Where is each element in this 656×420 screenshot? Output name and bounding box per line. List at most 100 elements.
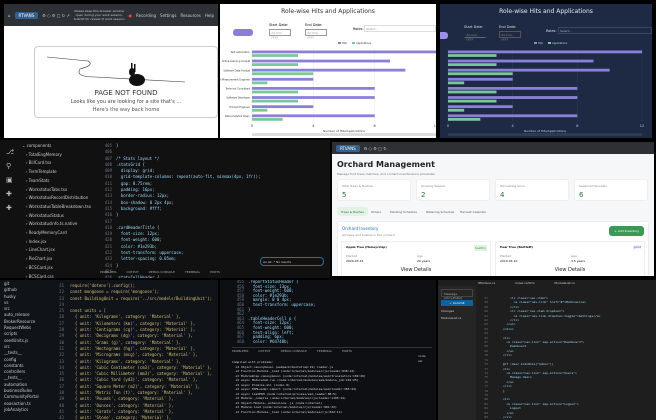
activity-icons[interactable]: ⎇ ⚲ ▣ ✚ ✚ — [0, 140, 20, 215]
bar-hits — [448, 59, 594, 63]
chart-scrollbar[interactable] — [448, 133, 642, 136]
code-editor[interactable]: } /* Stats layout */.statsGrid { display… — [116, 143, 261, 278]
tab-harvest[interactable]: Harvest Calendar — [456, 207, 490, 216]
terminal-output[interactable]: Compiled with problems: at Object.<anony… — [232, 360, 366, 414]
home-icon[interactable]: ⌂ — [8, 13, 11, 18]
bar-hits — [448, 114, 578, 118]
bar-applications — [252, 63, 298, 67]
tab-trees[interactable]: Trees & Bushes — [337, 207, 368, 216]
tree-item: › ReadyMemoryCard — [22, 230, 67, 236]
bar-applications — [252, 81, 268, 85]
line-numbers: 455 456 457 458 459 460 461 462 463 464 465 466 467 4… — [234, 280, 244, 344]
panel-tab[interactable]: TERMINAL — [185, 270, 200, 274]
code-editor[interactable]: .reportStatusHeader { font-size: 13px; f… — [248, 280, 315, 344]
menu-help[interactable]: Help — [205, 13, 214, 18]
page-not-found-screenshot: ⌂ RTVANS ⚙ ○ ⚙ □ ↻ ↗ Please keep this br… — [4, 4, 218, 138]
tree-item: › WorkstatusStatus — [22, 212, 64, 218]
toolbar-badge[interactable]: RTVANS — [14, 11, 39, 19]
line-number: 426 — [104, 275, 112, 278]
tab-planting[interactable]: Planting Schedule — [386, 207, 421, 216]
code-editor[interactable]: require('dotenv').config(); const mongoos… — [70, 283, 212, 420]
terminal-line: at Module._compile (node:internal/module… — [232, 396, 346, 400]
panel-tab[interactable]: TERMINAL — [317, 349, 332, 353]
terminal-list[interactable]: node esr — [418, 354, 426, 364]
legend-swatch — [534, 42, 537, 44]
chart-dark-screenshot: Role-wise Hits and Applications Start Da… — [440, 4, 652, 138]
page-title: PAGE NOT FOUND — [94, 89, 158, 97]
inventory-card: Apple Tree (Honeycrisp) healthy Planted … — [341, 241, 491, 276]
bar-hits — [448, 77, 513, 81]
bar-applications — [448, 81, 465, 85]
tree-item: › WorkstatusRecordDistribution — [22, 195, 89, 201]
panel-tabs: PROBLEMS OUTPUT DEBUG CONSOLE TERMINAL PORTS — [100, 270, 220, 274]
status-badge: healthy — [473, 245, 487, 251]
x-tick-label: 0 — [251, 124, 253, 128]
bar-applications — [252, 54, 298, 57]
tab-watering[interactable]: Watering Schedule — [422, 207, 458, 216]
line-number: 42 — [59, 415, 64, 420]
bar-hits — [448, 50, 642, 54]
file-explorer: git github husky vs src auto_release BrokerRes… — [4, 281, 54, 413]
bar-hits — [252, 77, 314, 81]
stat-card: Seasonal Harvests 6 — [574, 179, 648, 201]
vscode-terminal-screenshot: 455 456 457 458 459 460 461 462 463 464 465 466 467 4… — [220, 280, 436, 420]
changed-file[interactable]: ModuleList.cs — [441, 316, 473, 320]
bar-applications — [448, 72, 513, 76]
terminal-line: at async ModuleJob.run (node:internal/mo… — [232, 378, 359, 382]
menu-resources[interactable]: Resources — [180, 13, 200, 18]
panel-tab[interactable]: ItModule.cs — [478, 281, 495, 285]
menu-settings[interactable]: Settings — [160, 13, 176, 18]
panel-tab[interactable]: DEBUG CONSOLE — [281, 349, 307, 353]
panel-tab[interactable]: ModuleList.cs — [554, 281, 574, 285]
panel-tab[interactable]: OUTPUT — [126, 270, 138, 274]
panel-tab[interactable]: DEBUG CONSOLE — [149, 270, 175, 274]
bar-hits — [252, 68, 406, 72]
commit-button[interactable]: ✓ Commit — [441, 300, 473, 306]
legend-label: Hits — [538, 41, 544, 45]
x-axis-label: Number of Hits/Applications — [323, 129, 365, 133]
x-tick-label: 0 — [447, 124, 449, 128]
stat-card: Total Trees & Bushes 5 — [337, 179, 411, 201]
y-tick-label: Lead Measurement Engineer — [220, 78, 250, 81]
y-tick-label: Software Developer — [226, 97, 250, 100]
chart-light-screenshot: Role-wise Hits and Applications Start Da… — [220, 4, 436, 138]
bar-hits — [252, 105, 314, 109]
panel-tab[interactable]: PORTS — [342, 349, 352, 353]
panel-tab[interactable]: PROBLEMS — [232, 349, 248, 353]
code-line: </li> — [492, 414, 512, 419]
panel-tab[interactable]: Index.cshtml — [515, 281, 534, 285]
tab-orders[interactable]: Orders — [367, 207, 385, 216]
browser-toolbar: ⌂ RTVANS ⚙ ○ ⚙ □ ↻ ↗ Please keep this br… — [4, 4, 218, 26]
legend-swatch — [548, 42, 551, 44]
commit-message-input[interactable]: Message (Ctrl+Enter) — [441, 289, 473, 300]
panel-tab[interactable]: PORTS — [210, 270, 220, 274]
view-details-button[interactable]: View Details — [342, 267, 490, 273]
page-subtitle: Looks like you are looking for a site th… — [70, 99, 182, 105]
toolbar-icons[interactable]: ⚙ ○ ⚙ □ ↻ ↗ — [42, 13, 70, 18]
changes-header[interactable]: Changes — [441, 309, 473, 313]
bar-hits — [252, 96, 375, 99]
page-subtitle: Manage fruit trees, batches, and orchard… — [337, 172, 435, 176]
find-widget[interactable]: Aa ab .* No results — [260, 257, 324, 266]
bar-applications — [448, 108, 465, 112]
bar-hits — [448, 96, 578, 99]
bar-hits — [448, 87, 578, 90]
inventory-card: Pear Tree (Bartlett) good Planted 2019-0… — [495, 241, 645, 276]
panel-tab[interactable]: OUTPUT — [258, 349, 270, 353]
code-editor[interactable]: <li class="nav-item"> <a class="nav-link… — [492, 296, 601, 419]
panel-subtitle: All trees and bushes in the orchard — [342, 233, 395, 237]
tree-item: ⌄ components — [22, 143, 52, 148]
panel-tab[interactable]: PROBLEMS — [100, 270, 116, 274]
home-link[interactable]: Here's the way back home — [35, 107, 217, 113]
bar-chart-dark: 0 4 8 12 Hits Applications Number of Hits/Appl… — [447, 41, 644, 136]
tree-item: › WorkstatusInfo.ts.native — [22, 221, 78, 227]
stat-card: Harvesting Soon 4 — [495, 179, 569, 201]
add-inventory-button[interactable]: + Add Inventory — [609, 226, 644, 236]
bar-applications — [252, 72, 314, 76]
legend-swatch — [352, 42, 355, 44]
code-line: { unit: 'Stone', category: 'Material' }, — [70, 415, 172, 420]
terminal-line: at async ESMLoader.import (node:internal… — [232, 387, 357, 391]
bar-chart-light: 0 4 8 12 Test Automation Active Learning Anal… — [220, 41, 436, 136]
view-details-button[interactable]: View Details — [496, 267, 644, 273]
chart-scrollbar[interactable] — [252, 133, 436, 136]
